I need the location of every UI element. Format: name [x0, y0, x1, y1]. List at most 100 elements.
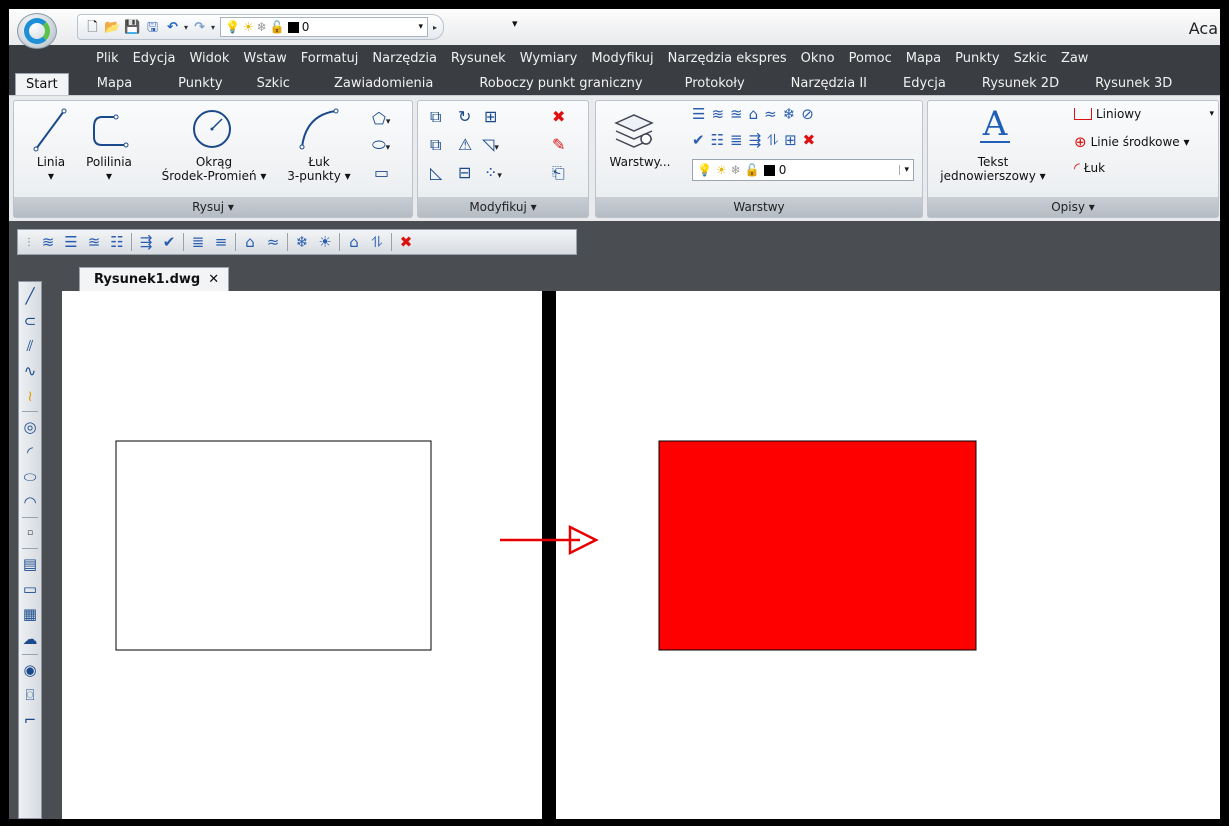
ellipse-icon[interactable]: ⬭▾	[372, 137, 390, 156]
tab-mapa[interactable]: Mapa	[97, 73, 132, 95]
menu-zaw[interactable]: Zaw	[1054, 51, 1096, 66]
layer-lock-icon[interactable]: ⌂	[749, 105, 759, 123]
freehand-icon[interactable]: ≀	[27, 386, 33, 406]
undo-icon[interactable]: ↶	[164, 19, 181, 36]
explode-icon[interactable]: ✎	[552, 137, 565, 153]
menu-modyfikuj[interactable]: Modyfikuj	[584, 51, 660, 66]
rectangle-icon[interactable]: ▭	[23, 579, 37, 599]
multiline-icon[interactable]: ⫽	[27, 336, 34, 356]
customize-qat-icon[interactable]: ▾	[512, 17, 518, 30]
tab-narzedzia-ii[interactable]: Narzędzia II	[791, 73, 867, 95]
menu-widok[interactable]: Widok	[182, 51, 236, 66]
tekst-button[interactable]: Tekst jednowierszowy ▾	[930, 155, 1056, 183]
layer-walk-icon[interactable]: ≡	[212, 233, 230, 251]
layer-delete-icon[interactable]: ✖	[397, 233, 415, 251]
menu-pomoc[interactable]: Pomoc	[842, 51, 899, 66]
linia-button[interactable]: Linia ▾	[36, 155, 66, 183]
polilinia-button[interactable]: Polilinia ▾	[80, 155, 138, 183]
menu-wymiary[interactable]: Wymiary	[513, 51, 585, 66]
copy-icon[interactable]: ⧉	[430, 137, 441, 153]
fillet-icon[interactable]: ⌐	[24, 710, 37, 730]
menu-formatuj[interactable]: Formatuj	[294, 51, 366, 66]
save-icon[interactable]: 💾	[124, 19, 141, 36]
menu-narzedzia-ekspres[interactable]: Narzędzia ekspres	[661, 51, 794, 66]
layer-lock-icon[interactable]: ⌂	[241, 233, 259, 251]
menu-edycja[interactable]: Edycja	[126, 51, 183, 66]
spline-icon[interactable]: ∿	[24, 361, 37, 381]
tab-rysunek-3d[interactable]: Rysunek 3D	[1095, 73, 1172, 95]
panel-opisy-title[interactable]: Opisy ▾	[928, 197, 1218, 217]
revision-cloud-icon[interactable]: ☁	[23, 629, 38, 649]
layer-dropdown-button[interactable]: ▸	[433, 23, 437, 32]
polyline-icon[interactable]	[90, 111, 130, 154]
save-as-icon[interactable]: 🖫	[144, 19, 161, 36]
polyline-icon[interactable]: ⊂	[24, 311, 37, 331]
mirror-icon[interactable]: ⚠	[458, 137, 472, 153]
tab-roboczy-punkt-graniczny[interactable]: Roboczy punkt graniczny	[479, 73, 642, 95]
layer-freeze-icon[interactable]: ❄	[293, 233, 311, 251]
open-folder-icon[interactable]: 📂	[104, 19, 121, 36]
layers-properties-icon[interactable]	[612, 109, 656, 152]
wipeout-icon[interactable]: ⌼	[25, 685, 34, 705]
drawing-canvas[interactable]	[62, 291, 1220, 819]
stretch-icon[interactable]: ◺	[430, 165, 442, 181]
rectangle-icon[interactable]: ▭	[374, 165, 389, 181]
tab-edycja[interactable]: Edycja	[903, 73, 946, 95]
menu-okno[interactable]: Okno	[794, 51, 842, 66]
hatch-icon[interactable]: ▤	[23, 554, 37, 574]
tab-zawiadomienia[interactable]: Zawiadomienia	[334, 73, 433, 95]
panel-warstwy-title[interactable]: Warstwy	[596, 197, 922, 217]
layer-thaw-icon[interactable]: ≈	[764, 105, 777, 123]
redo-dropdown-icon[interactable]: ▾	[211, 23, 215, 32]
new-file-icon[interactable]: 🗋	[84, 19, 101, 36]
layer-make-current-icon[interactable]: ✔	[692, 131, 705, 149]
offset-icon[interactable]: ⎗	[552, 165, 565, 181]
menu-punkty[interactable]: Punkty	[948, 51, 1006, 66]
okrag-button[interactable]: Okrąg Środek-Promień ▾	[144, 155, 284, 183]
circle-icon[interactable]	[190, 107, 234, 154]
menu-wstaw[interactable]: Wstaw	[236, 51, 293, 66]
layer-walk-icon[interactable]: ⇶	[749, 131, 762, 149]
panel-rysuj-title[interactable]: Rysuj ▾	[14, 197, 412, 217]
liniowy-button[interactable]: Liniowy ▾	[1074, 107, 1214, 121]
polygon-icon[interactable]: ⬠▾	[372, 111, 390, 130]
fillet-icon[interactable]: ◹▾	[482, 137, 499, 156]
layer-state-icon[interactable]: ≋	[39, 233, 57, 251]
layer-thaw-icon[interactable]: ≈	[264, 233, 282, 251]
document-tab[interactable]: Rysunek1.dwg ✕	[79, 267, 229, 291]
quick-layer-selector[interactable]: 💡 ☀ ❄ 🔓 0 ▾	[220, 17, 429, 37]
ellipse-arc-icon[interactable]: ◠	[23, 492, 36, 512]
tab-rysunek-2d[interactable]: Rysunek 2D	[982, 73, 1059, 95]
layer-merge-icon[interactable]: ⥮	[368, 233, 386, 251]
layer-previous-icon[interactable]: ≋	[711, 105, 724, 123]
luk-dimension-button[interactable]: ◜ Łuk	[1074, 159, 1105, 177]
layer-match-icon[interactable]: ☷	[711, 131, 724, 149]
redo-icon[interactable]: ↷	[191, 19, 208, 36]
circle-icon[interactable]: ◎	[23, 417, 36, 437]
toolbar-grip-icon[interactable]: ⋮	[24, 237, 34, 248]
layer-selector-dropdown[interactable]: 💡 ☀ ❄ 🔓 0 ▾	[692, 159, 914, 181]
scale-icon[interactable]: ⊟	[458, 165, 471, 181]
menu-szkic[interactable]: Szkic	[1007, 51, 1054, 66]
tab-protokoly[interactable]: Protokoły	[685, 73, 745, 95]
rotate-icon[interactable]: ↻	[458, 109, 471, 125]
layer-merge-icon[interactable]: ⥮	[767, 131, 778, 149]
layer-state-icon[interactable]: ☰	[692, 105, 705, 123]
outlined-rectangle[interactable]	[115, 440, 432, 651]
move-icon[interactable]: ⧉	[430, 109, 441, 125]
tab-szkic[interactable]: Szkic	[257, 73, 290, 95]
filled-red-rectangle[interactable]	[658, 440, 977, 651]
text-icon[interactable]: A	[980, 107, 1010, 143]
close-icon[interactable]: ✕	[208, 272, 219, 287]
layer-match-icon[interactable]: ☷	[108, 233, 126, 251]
arc-icon[interactable]	[296, 107, 340, 154]
trim-icon[interactable]: ⊞	[484, 109, 497, 125]
application-menu-button[interactable]	[17, 13, 57, 49]
tab-punkty[interactable]: Punkty	[178, 73, 222, 95]
layer-freeze-icon[interactable]: ❄	[783, 105, 796, 123]
layer-make-current-icon[interactable]: ✔	[160, 233, 178, 251]
arc-icon[interactable]: ◜	[27, 442, 33, 462]
layer-on-icon[interactable]: ☀	[316, 233, 334, 251]
panel-modyfikuj-title[interactable]: Modyfikuj ▾	[418, 197, 588, 217]
layer-unlock-icon[interactable]: ⌂	[345, 233, 363, 251]
